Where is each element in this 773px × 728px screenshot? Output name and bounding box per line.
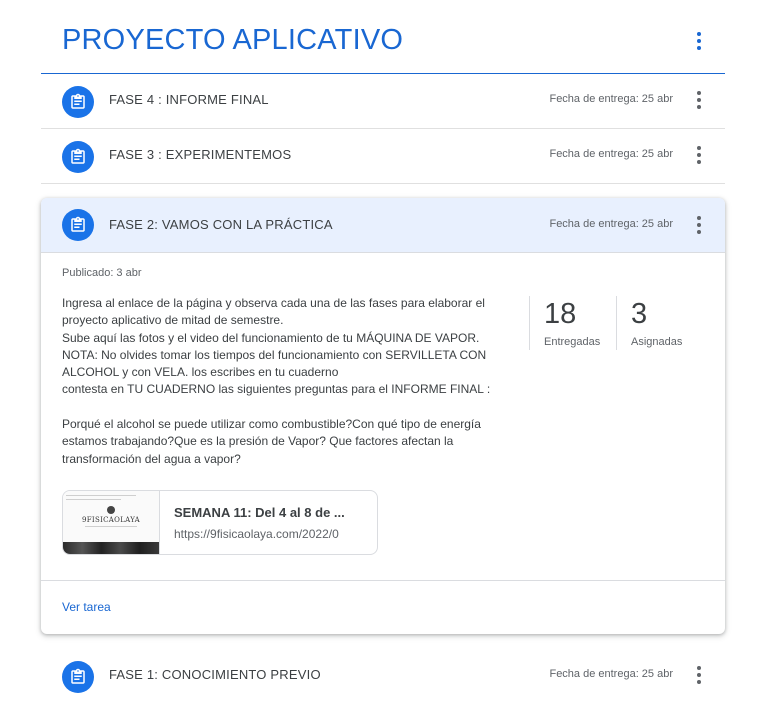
- due-date: Fecha de entrega: 25 abr: [549, 148, 673, 160]
- description-line: contesta en TU CUADERNO las siguientes p…: [62, 382, 491, 397]
- expanded-assignment-card: FASE 2: VAMOS CON LA PRÁCTICA Fecha de e…: [41, 198, 725, 634]
- assigned-count: 3: [631, 298, 648, 330]
- attachment-title: SEMANA 11: Del 4 al 8 de ...: [174, 505, 345, 520]
- assignment-icon: [62, 86, 94, 118]
- thumbnail-logo-text: 9FISICAOLAYA: [82, 516, 140, 524]
- description-line: proyecto aplicativo de mitad de semestre…: [62, 313, 284, 328]
- more-vert-icon[interactable]: [687, 143, 711, 167]
- description-line: Sube aquí las fotos y el video del funci…: [62, 330, 480, 345]
- due-date: Fecha de entrega: 25 abr: [549, 218, 673, 230]
- assignment-row-fase-3[interactable]: FASE 3 : EXPERIMENTEMOS Fecha de entrega…: [41, 128, 725, 184]
- thumbnail-photo-strip: [63, 542, 159, 554]
- card-footer: Ver tarea: [41, 580, 725, 634]
- assignment-row-fase-2[interactable]: FASE 2: VAMOS CON LA PRÁCTICA Fecha de e…: [41, 198, 725, 253]
- assigned-label: Asignadas: [631, 336, 683, 348]
- topic-title: PROYECTO APLICATIVO: [62, 24, 404, 56]
- turned-in-count: 18: [544, 298, 577, 330]
- topic-header: PROYECTO APLICATIVO: [41, 0, 725, 74]
- description-line: Ingresa al enlace de la página y observa…: [62, 296, 485, 310]
- view-assignment-link[interactable]: Ver tarea: [62, 600, 111, 614]
- description-line: estamos trabajando?Que es la presión de …: [62, 434, 454, 449]
- assignment-title: FASE 1: CONOCIMIENTO PREVIO: [109, 667, 321, 682]
- assignment-icon: [62, 661, 94, 693]
- assigned-stat[interactable]: 3 Asignadas: [616, 296, 703, 350]
- assignment-row-fase-1[interactable]: FASE 1: CONOCIMIENTO PREVIO Fecha de ent…: [41, 648, 725, 703]
- more-vert-icon[interactable]: [687, 213, 711, 237]
- topic-more-options-icon[interactable]: [687, 29, 711, 53]
- description-line: NOTA: No olvides tomar los tiempos del f…: [62, 347, 487, 362]
- more-vert-icon[interactable]: [687, 88, 711, 112]
- assignment-row-fase-4[interactable]: FASE 4 : INFORME FINAL Fecha de entrega:…: [41, 73, 725, 129]
- logo-mark-icon: [107, 506, 115, 514]
- description-line: [62, 399, 502, 416]
- assignment-icon: [62, 209, 94, 241]
- attachment-thumbnail: 9FISICAOLAYA: [63, 491, 160, 554]
- due-date: Fecha de entrega: 25 abr: [549, 668, 673, 680]
- more-vert-icon[interactable]: [687, 663, 711, 687]
- assignment-icon: [62, 141, 94, 173]
- description-line: ALCOHOL y con VELA. los escribes en tu c…: [62, 365, 339, 380]
- published-date: Publicado: 3 abr: [62, 267, 142, 279]
- description-line: Porqué el alcohol se puede utilizar como…: [62, 417, 481, 432]
- assignment-title: FASE 4 : INFORME FINAL: [109, 92, 269, 107]
- assignment-description: Ingresa al enlace de la página y observa…: [62, 295, 502, 468]
- assignment-title: FASE 2: VAMOS CON LA PRÁCTICA: [109, 217, 333, 232]
- due-date: Fecha de entrega: 25 abr: [549, 93, 673, 105]
- turned-in-label: Entregadas: [544, 336, 601, 348]
- turned-in-stat[interactable]: 18 Entregadas: [529, 296, 616, 350]
- link-attachment[interactable]: 9FISICAOLAYA SEMANA 11: Del 4 al 8 de ..…: [62, 490, 378, 555]
- attachment-url: https://9fisicaolaya.com/2022/0: [174, 527, 339, 541]
- assignment-title: FASE 3 : EXPERIMENTEMOS: [109, 147, 292, 162]
- description-line: transformación del agua a vapor?: [62, 451, 241, 466]
